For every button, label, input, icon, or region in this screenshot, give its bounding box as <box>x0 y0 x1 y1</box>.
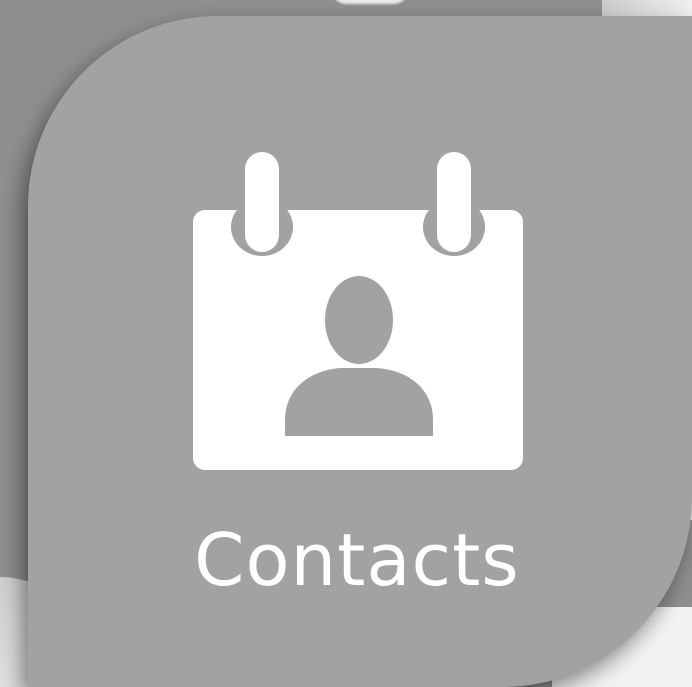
background-decoration <box>330 0 410 4</box>
app-launcher-screen: Contacts <box>0 0 692 687</box>
contact-card-calendar-icon <box>193 152 523 470</box>
tile-label: Contacts <box>194 518 520 602</box>
contacts-tile[interactable]: Contacts <box>28 16 692 687</box>
